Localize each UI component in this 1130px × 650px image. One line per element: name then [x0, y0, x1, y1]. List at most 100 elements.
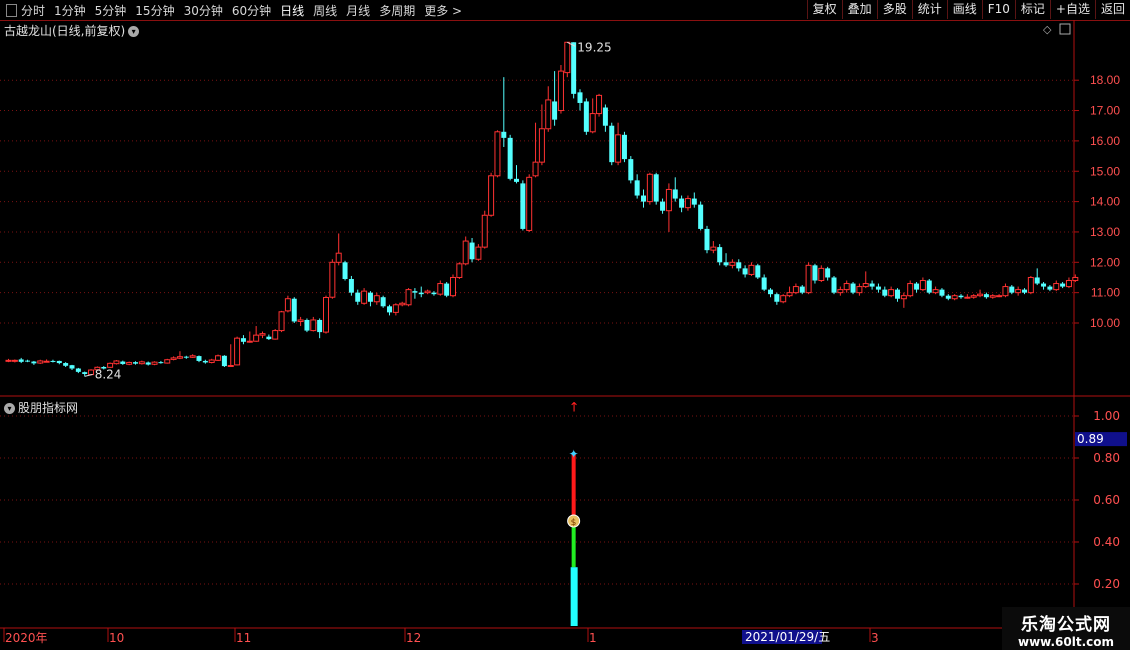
candle-body [825, 268, 831, 278]
candle [25, 359, 31, 363]
period-tab-2[interactable]: 5分钟 [95, 2, 127, 19]
candle [11, 359, 18, 363]
candle [31, 360, 37, 365]
candle [418, 286, 424, 298]
toolbar-button-1[interactable]: 叠加 [841, 0, 877, 19]
candle-body [75, 368, 81, 372]
candle [494, 130, 501, 178]
candle [843, 280, 850, 293]
candle-body [723, 262, 729, 266]
candle [621, 131, 627, 163]
toolbar-button-6[interactable]: 标记 [1014, 0, 1050, 19]
candle [939, 288, 945, 298]
candle-body [405, 289, 412, 306]
period-tab-3[interactable]: 15分钟 [135, 2, 174, 19]
candle [583, 98, 589, 135]
candle-body [462, 240, 469, 265]
candle-body [272, 330, 279, 340]
candle-body [812, 265, 818, 281]
candle [831, 275, 837, 295]
candle [240, 335, 246, 345]
candle-body [761, 277, 767, 290]
cursor-date-label: 2021/01/29/五 [745, 630, 830, 644]
chevron-down-icon[interactable]: ▾ [4, 403, 15, 414]
candle-body [424, 290, 431, 294]
candle-body [932, 289, 939, 294]
toolbar-button-0[interactable]: 复权 [806, 0, 842, 19]
candle [278, 310, 285, 333]
candle [774, 292, 780, 305]
candle [310, 316, 317, 332]
period-tab-5[interactable]: 60分钟 [232, 2, 271, 19]
indicator-axis-label: 0.60 [1093, 493, 1120, 507]
candle [615, 122, 622, 166]
chevron-down-icon[interactable]: ▾ [128, 26, 140, 37]
toolbar-button-4[interactable]: 画线 [946, 0, 982, 19]
toolbar-button-5[interactable]: F10 [981, 0, 1015, 19]
period-tab-7[interactable]: 周线 [313, 2, 337, 19]
candle-body [577, 92, 583, 103]
panel-mode-icon [1059, 23, 1071, 35]
period-tab-6[interactable]: 日线 [280, 2, 304, 19]
candle-body [646, 173, 653, 203]
toolbar-button-2[interactable]: 多股 [876, 0, 912, 19]
chart-canvas[interactable]: 18.0017.0016.0015.0014.0013.0012.0011.00… [0, 20, 1130, 650]
time-axis-label: 2020年 [5, 631, 48, 645]
up-arrow-icon: ↑ [569, 401, 580, 416]
toolbar-button-8[interactable]: 返回 [1094, 0, 1130, 19]
candle [1027, 275, 1034, 295]
candle [145, 361, 151, 366]
candle-body [774, 294, 780, 302]
candle [736, 259, 742, 272]
candle-body [875, 286, 881, 290]
candle [405, 288, 412, 307]
toolbar-button-7[interactable]: +自选 [1049, 0, 1095, 19]
candle-body [691, 198, 697, 205]
period-tab-10[interactable]: 更多 > [424, 2, 462, 19]
time-axis-label: 1 [589, 631, 597, 645]
candle [507, 134, 513, 181]
indicator-axis-label: 0.80 [1093, 451, 1120, 465]
candle-body [5, 359, 12, 362]
period-tab-9[interactable]: 多周期 [379, 2, 415, 19]
candle [196, 355, 202, 363]
period-tab-1[interactable]: 1分钟 [54, 2, 86, 19]
candle-body [304, 319, 310, 331]
candle [825, 266, 831, 281]
candle [646, 172, 653, 205]
candle [914, 282, 920, 293]
period-tab-0[interactable]: 分时 [21, 2, 45, 19]
candle-body [977, 293, 984, 297]
candle [1022, 288, 1027, 295]
candle-body [895, 289, 900, 299]
candle-body [348, 278, 354, 293]
candle-body [818, 267, 825, 282]
candle-body [571, 42, 577, 94]
period-tab-8[interactable]: 月线 [346, 2, 370, 19]
candle-body [589, 113, 596, 133]
candle [837, 286, 844, 296]
candle-body [469, 242, 475, 260]
price-label: 18.00 [1090, 73, 1120, 87]
butterfly-icon: ✦ [569, 447, 579, 461]
candle [812, 263, 818, 284]
toolbar-button-3[interactable]: 统计 [911, 0, 947, 19]
candle [246, 331, 253, 343]
candle-body [520, 183, 526, 229]
candle [361, 288, 368, 305]
signal-bar-cyan [570, 567, 578, 626]
candle-body [138, 361, 145, 365]
price-label: 15.00 [1090, 164, 1120, 178]
candle-body [736, 262, 742, 269]
candle-body [11, 359, 18, 362]
panel-toggle-icon[interactable] [6, 3, 17, 17]
candle-body [850, 283, 856, 293]
candle-body [996, 295, 1003, 298]
candle [679, 195, 685, 213]
period-tab-4[interactable]: 30分钟 [184, 2, 223, 19]
candle [989, 294, 996, 299]
candle-body [900, 295, 907, 300]
candle [424, 289, 431, 295]
candle-body [641, 195, 646, 202]
candle-body [888, 289, 895, 297]
